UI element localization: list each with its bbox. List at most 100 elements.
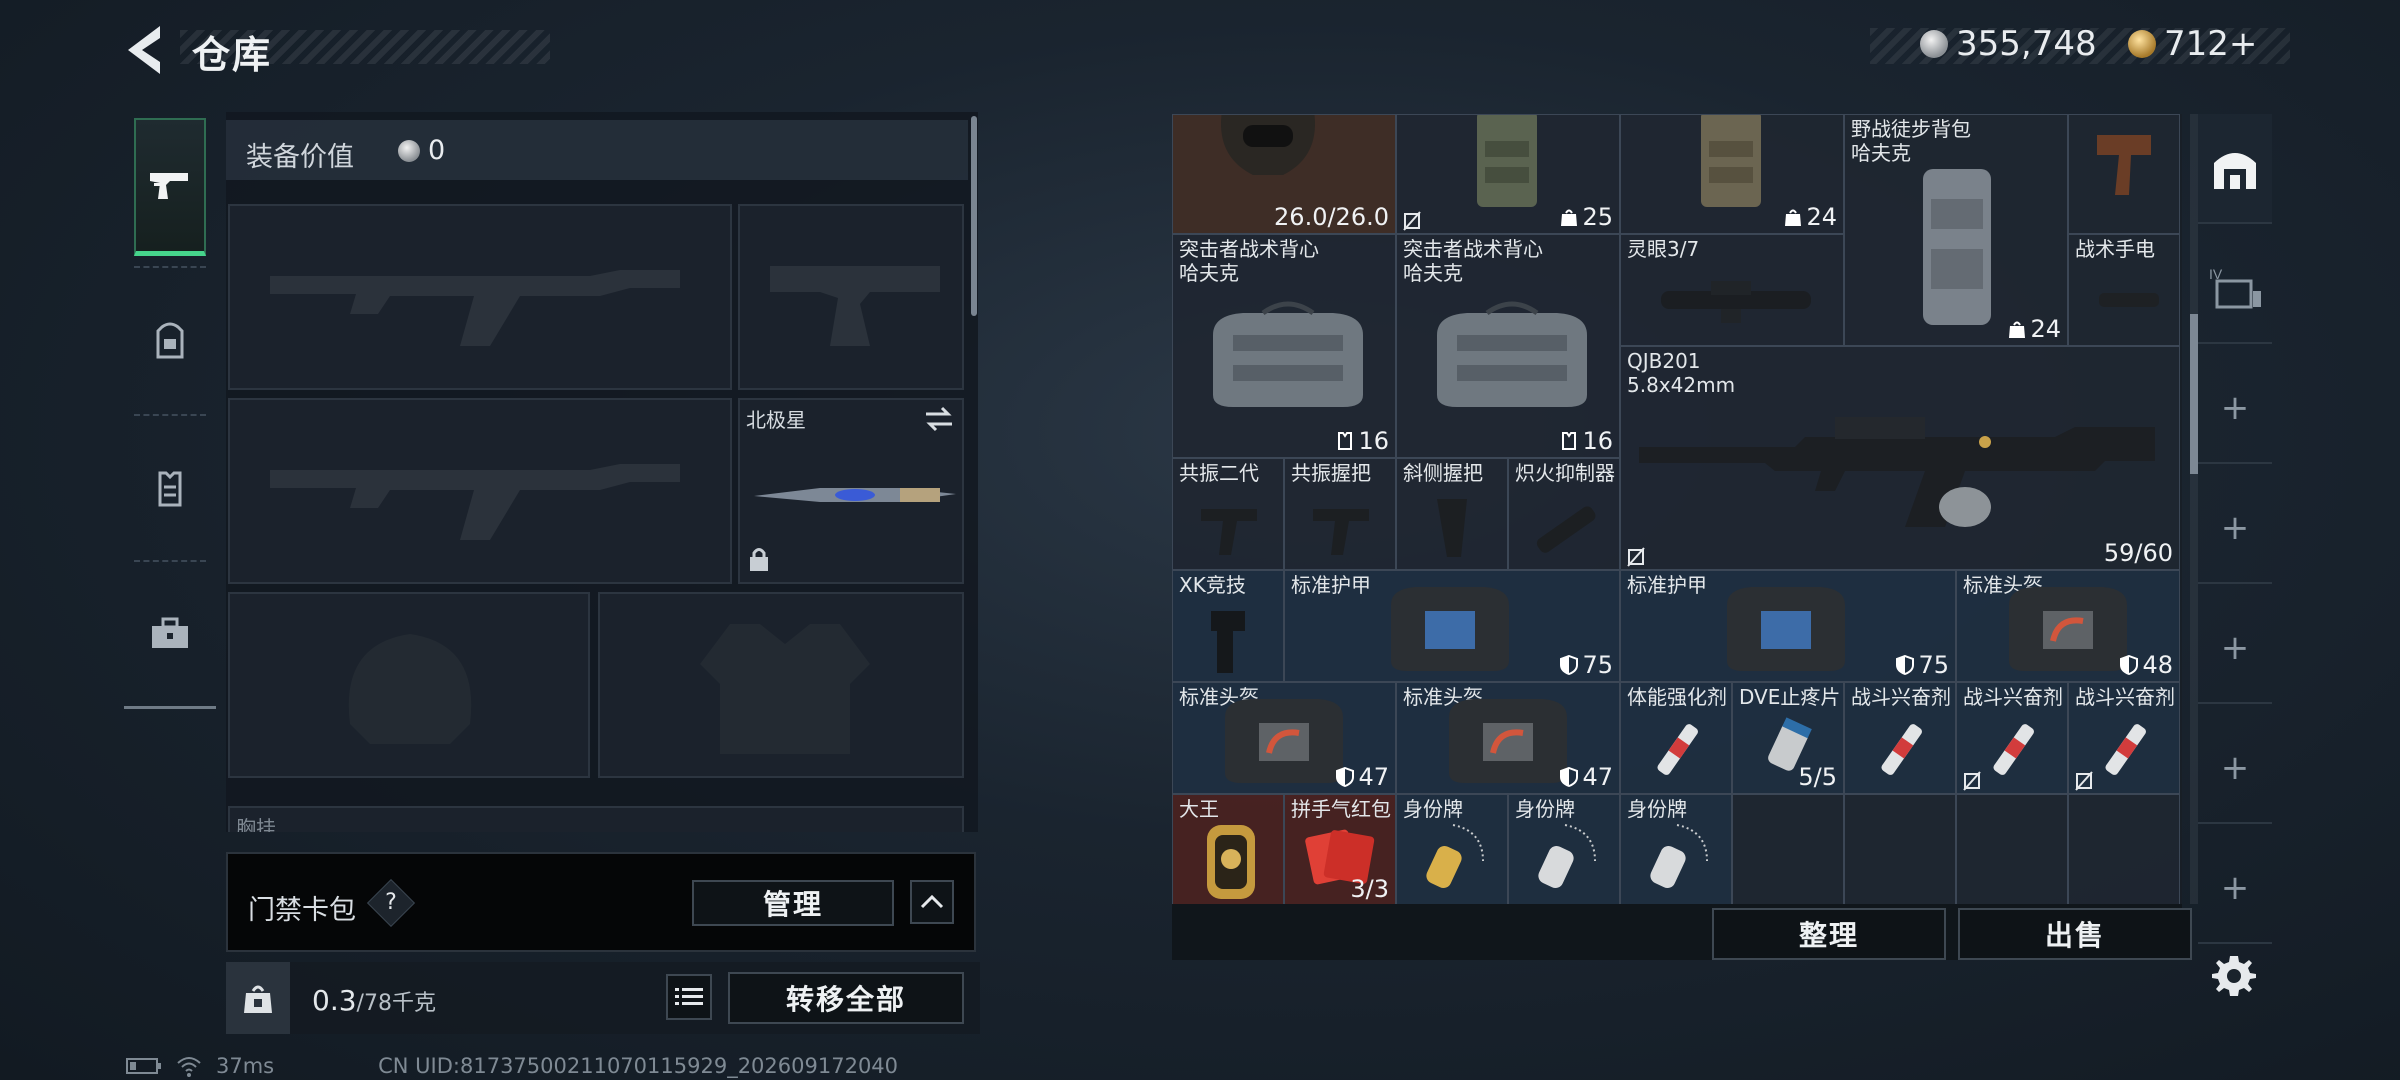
equipment-value-number: 0	[428, 135, 446, 166]
stash-tab-add-4[interactable]: +	[2198, 714, 2272, 824]
pistol-silhouette-icon	[770, 266, 940, 346]
grip-item-icon	[1313, 509, 1369, 555]
stash-item-helmet-2[interactable]: 标准头盔 47	[1172, 682, 1396, 794]
help-icon[interactable]: ?	[366, 878, 416, 928]
lock-icon	[750, 548, 768, 571]
currency-primary-value: 355,748	[1956, 24, 2097, 64]
stash-item-dogtag-1[interactable]: 身份牌	[1396, 794, 1508, 904]
stash-item-helmet-1[interactable]: 标准头盔 48	[1956, 570, 2180, 682]
flashlight-item-icon	[2099, 293, 2159, 307]
stash-item-suppressor[interactable]: 炽火抑制器	[1508, 458, 1620, 570]
stash-item-stim-4[interactable]: 战斗兴奋剂	[2068, 682, 2180, 794]
equipment-scrollbar[interactable]	[971, 116, 977, 316]
no-insure-icon	[2075, 771, 2093, 791]
stash-item-assault-vest-2[interactable]: 突击者战术背心 哈夫克 16	[1396, 234, 1620, 458]
stash-item-field-pack[interactable]: 野战徒步背包 哈夫克 24	[1844, 114, 2068, 346]
stash-item-vest-b[interactable]: 24	[1620, 114, 1844, 234]
item-name: 战斗兴奋剂	[1963, 685, 2063, 709]
stash-item-stim-1[interactable]: 体能强化剂	[1620, 682, 1732, 794]
stash-tab-main[interactable]	[2198, 114, 2272, 224]
rail-tab-tools[interactable]	[134, 564, 206, 702]
stash-item-grip-1[interactable]: 共振二代	[1172, 458, 1284, 570]
stash-tab-container-iv[interactable]: IV	[2198, 234, 2272, 344]
stash-item-helmet-durability[interactable]: 26.0/26.0	[1172, 114, 1396, 234]
wifi-icon	[177, 1057, 201, 1077]
swap-icon[interactable]	[924, 406, 954, 432]
stash-empty-cell[interactable]	[1732, 794, 1844, 904]
stash-item-dogtag-2[interactable]: 身份牌	[1508, 794, 1620, 904]
helmet-slot[interactable]	[228, 592, 590, 778]
stash-tab-add-2[interactable]: +	[2198, 474, 2272, 584]
armor-slot[interactable]	[598, 592, 964, 778]
item-name: DVE止疼片	[1739, 685, 1841, 709]
stash-item-redpacket[interactable]: 拼手气红包 3/3	[1284, 794, 1396, 904]
stash-item-king[interactable]: 大王	[1172, 794, 1284, 904]
weight-current: 0.3	[312, 984, 357, 1017]
manage-button[interactable]: 管理	[692, 880, 894, 926]
stash-tab-add-5[interactable]: +	[2198, 834, 2272, 944]
backpack-icon	[156, 322, 184, 359]
page-title: 仓库	[192, 33, 273, 77]
stash-item-rifle[interactable]: QJB201 5.8x42mm 59/60	[1620, 346, 2180, 570]
duffel-bag-icon	[1437, 301, 1587, 407]
currency-secondary-value: 712+	[2164, 24, 2258, 64]
stash-item-armor-2[interactable]: 标准护甲 75	[1620, 570, 1956, 682]
currency-primary[interactable]: 355,748	[1920, 24, 2097, 64]
keycard-bar: 门禁卡包 ? 管理	[226, 852, 976, 952]
sidearm-slot[interactable]	[738, 204, 964, 390]
primary-weapon-slot-1[interactable]	[228, 204, 732, 390]
armor-silhouette-icon	[700, 624, 870, 754]
item-name: 大王	[1179, 797, 1219, 821]
sell-button[interactable]: 出售	[1958, 908, 2192, 960]
vest-small-icon	[1338, 432, 1353, 450]
stash-item-dogtag-3[interactable]: 身份牌	[1620, 794, 1732, 904]
weight-icon-box	[226, 962, 290, 1034]
item-count-value: 25	[1582, 203, 1613, 231]
stash-scroll-track[interactable]	[2190, 114, 2198, 904]
stash-item-misc-top[interactable]	[2068, 114, 2180, 234]
sort-button[interactable]: 整理	[1712, 908, 1946, 960]
settings-gear-icon[interactable]	[2210, 952, 2258, 1000]
rail-tab-weapons[interactable]	[134, 118, 206, 256]
stock-item-icon	[1211, 611, 1245, 673]
transfer-all-button[interactable]: 转移全部	[728, 972, 964, 1024]
item-name: 灵眼3/7	[1627, 237, 1700, 261]
stash-item-stim-2[interactable]: 战斗兴奋剂	[1844, 682, 1956, 794]
item-name: 身份牌	[1515, 797, 1575, 821]
stash-item-vest-a[interactable]: 25	[1396, 114, 1620, 234]
help-glyph: ?	[385, 890, 397, 915]
primary-weapon-slot-2[interactable]	[228, 398, 732, 584]
rail-tab-vest[interactable]	[134, 420, 206, 558]
stash-tab-add-3[interactable]: +	[2198, 594, 2272, 704]
stash-item-grip-2[interactable]: 共振握把	[1284, 458, 1396, 570]
item-name: 突击者战术背心 哈夫克	[1403, 237, 1543, 285]
stash-item-scope[interactable]: 灵眼3/7	[1620, 234, 1844, 346]
list-view-button[interactable]	[666, 974, 712, 1020]
item-count: 24	[2008, 315, 2061, 343]
currency-secondary[interactable]: 712+	[2128, 24, 2257, 64]
stash-empty-cell[interactable]	[1844, 794, 1956, 904]
stash-tab-add-1[interactable]: +	[2198, 354, 2272, 464]
chest-rig-slot[interactable]: 胸挂	[228, 806, 964, 832]
back-arrow-icon[interactable]	[120, 22, 170, 78]
dog-tag-icon	[1650, 824, 1708, 888]
stash-item-grip-3[interactable]: 斜侧握把	[1396, 458, 1508, 570]
stash-scroll-thumb[interactable]	[2190, 314, 2198, 474]
stash-item-assault-vest-1[interactable]: 突击者战术背心 哈夫克 16	[1172, 234, 1396, 458]
rail-tab-backpack[interactable]	[134, 272, 206, 410]
stash-item-armor-1[interactable]: 标准护甲 75	[1284, 570, 1620, 682]
item-count: 25	[1560, 203, 1613, 231]
stash-item-stim-3[interactable]: 战斗兴奋剂	[1956, 682, 2068, 794]
battery-icon	[126, 1058, 161, 1074]
stash-panel: 26.0/26.0 25 24 野战徒步背包 哈夫克 24 突击者战术背心 哈夫…	[1172, 114, 2198, 960]
weight-max: /78千克	[356, 991, 436, 1016]
stash-item-stock[interactable]: XK竞技	[1172, 570, 1284, 682]
stash-empty-cell[interactable]	[1956, 794, 2068, 904]
stash-item-flashlight[interactable]: 战术手电	[2068, 234, 2180, 346]
stash-item-tourniquet[interactable]: DVE止疼片 5/5	[1732, 682, 1844, 794]
stash-item-helmet-3[interactable]: 标准头盔 47	[1396, 682, 1620, 794]
stash-empty-cell[interactable]	[2068, 794, 2180, 904]
expand-button[interactable]	[910, 880, 954, 924]
weight-icon	[244, 985, 272, 1013]
melee-slot[interactable]: 北极星	[738, 398, 964, 584]
